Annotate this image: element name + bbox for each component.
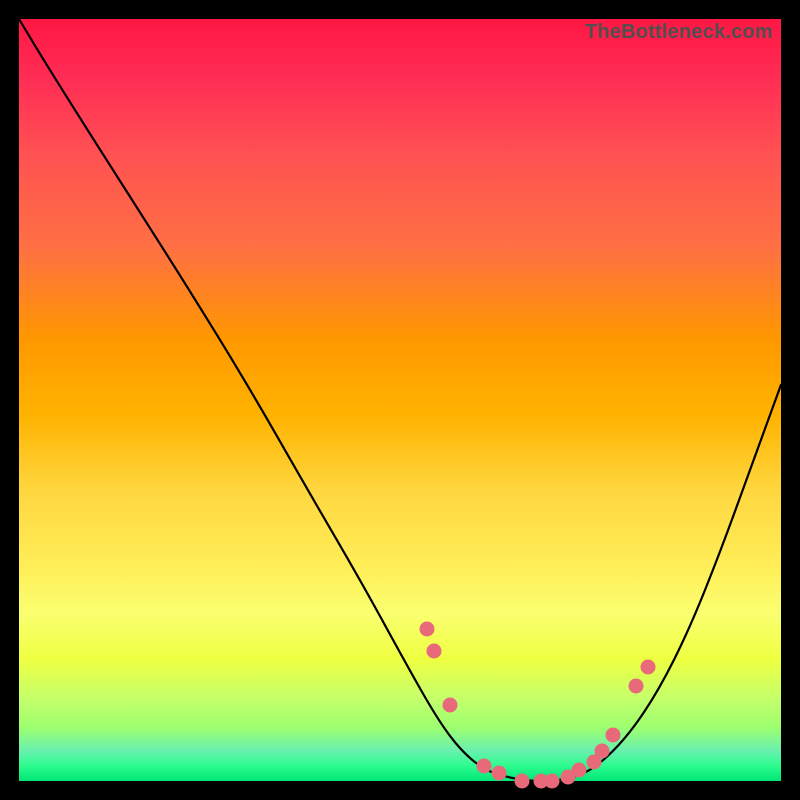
chart-frame: TheBottleneck.com xyxy=(0,0,800,800)
data-point xyxy=(572,762,587,777)
data-point xyxy=(545,774,560,789)
data-point xyxy=(476,758,491,773)
curve-path xyxy=(19,19,781,781)
data-point xyxy=(427,644,442,659)
data-point xyxy=(629,678,644,693)
data-point xyxy=(594,743,609,758)
plot-area: TheBottleneck.com xyxy=(19,19,781,781)
data-point xyxy=(514,774,529,789)
curve-svg xyxy=(19,19,781,781)
data-point xyxy=(640,659,655,674)
data-point xyxy=(606,728,621,743)
data-point xyxy=(442,697,457,712)
data-point xyxy=(419,621,434,636)
data-point xyxy=(492,766,507,781)
